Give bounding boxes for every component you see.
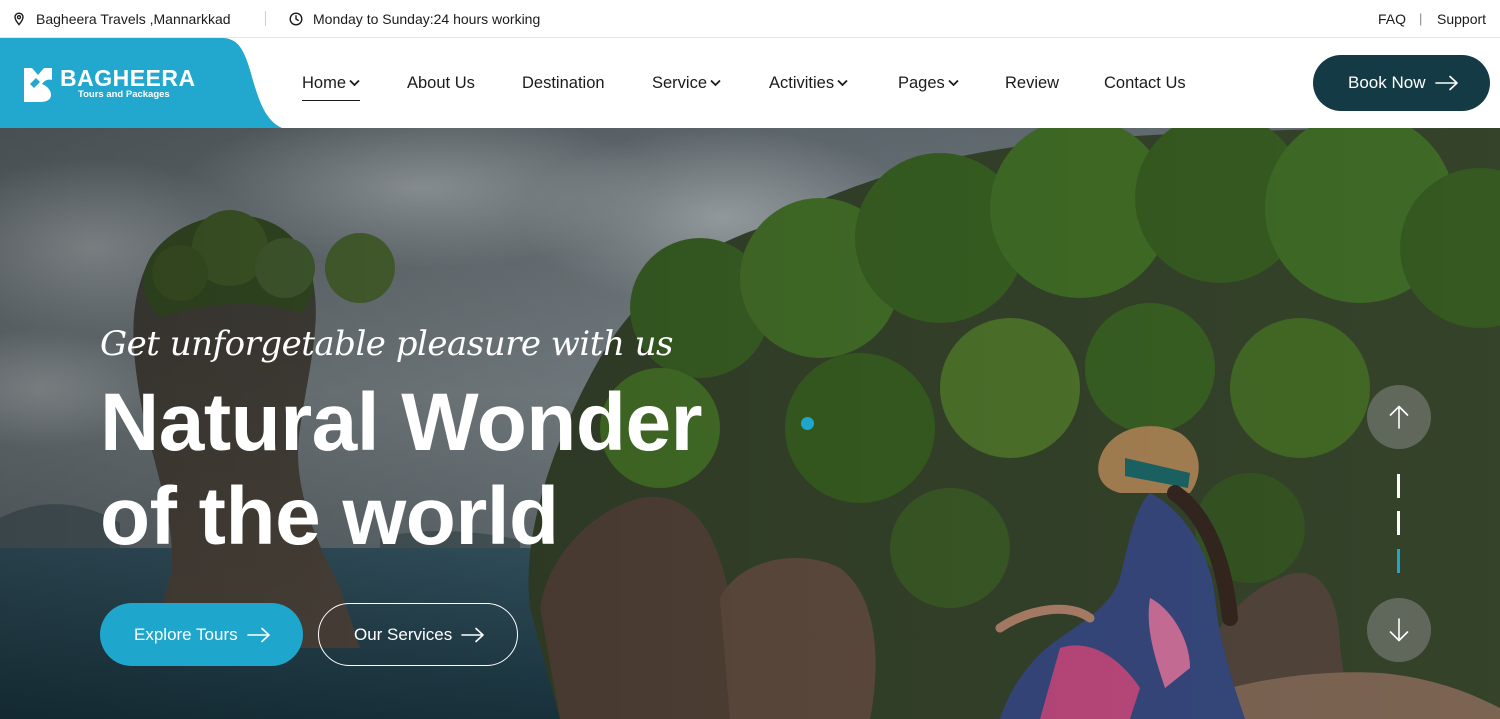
- arrow-down-icon: [1389, 618, 1409, 642]
- nav-label-destination[interactable]: Destination: [522, 74, 605, 93]
- arrow-up-icon: [1389, 405, 1409, 429]
- book-now-button[interactable]: Book Now: [1313, 55, 1490, 111]
- nav-item-home[interactable]: Home: [302, 38, 361, 128]
- arrow-right-icon: [1435, 75, 1459, 91]
- arrow-right-icon: [246, 627, 270, 642]
- nav-item-service[interactable]: Service: [652, 38, 721, 128]
- nav-item-review[interactable]: Review: [1005, 38, 1059, 128]
- nav-item-activities[interactable]: Activities: [769, 38, 848, 128]
- nav-item-contact-us[interactable]: Contact Us: [1104, 38, 1186, 128]
- top-info-bar: Bagheera Travels ,Mannarkkad Monday to S…: [0, 0, 1500, 38]
- nav-label-contact-us[interactable]: Contact Us: [1104, 74, 1186, 93]
- our-services-label[interactable]: Our Services: [354, 625, 452, 645]
- location-info: Bagheera Travels ,Mannarkkad: [12, 0, 231, 38]
- hero-subtitle: Get unforgetable pleasure with us: [100, 324, 674, 364]
- hours-text: Monday to Sunday:24 hours working: [313, 11, 541, 27]
- book-now-label[interactable]: Book Now: [1348, 73, 1425, 93]
- our-services-button[interactable]: Our Services: [318, 603, 518, 666]
- brand-name: BAGHEERA: [60, 65, 196, 91]
- decorative-dot: [801, 417, 814, 430]
- brand-tagline: Tours and Packages: [78, 89, 170, 100]
- slide-next-button[interactable]: [1367, 598, 1431, 662]
- faq-label[interactable]: FAQ: [1378, 11, 1406, 27]
- explore-tours-label[interactable]: Explore Tours: [134, 625, 238, 645]
- slide-indicator-1[interactable]: [1397, 474, 1400, 498]
- slide-prev-button[interactable]: [1367, 385, 1431, 449]
- arrow-right-icon: [461, 627, 485, 642]
- hero-title: Natural Wonder of the world: [100, 376, 703, 564]
- support-label[interactable]: Support: [1437, 11, 1486, 27]
- hours-info: Monday to Sunday:24 hours working: [289, 0, 540, 38]
- topbar-divider: [265, 11, 266, 26]
- hero-title-line-2: of the world: [100, 471, 559, 562]
- slide-indicator-3[interactable]: [1397, 549, 1400, 573]
- nav-item-pages[interactable]: Pages: [898, 38, 959, 128]
- topbar-link-divider: |: [1419, 11, 1423, 26]
- nav-item-destination[interactable]: Destination: [522, 38, 605, 128]
- chevron-down-icon: [837, 79, 848, 87]
- slide-indicator-2[interactable]: [1397, 511, 1400, 535]
- nav-label-about-us[interactable]: About Us: [407, 74, 475, 93]
- nav-label-home[interactable]: Home: [302, 74, 346, 93]
- main-navbar: BAGHEERA Tours and Packages Home About U…: [0, 38, 1500, 128]
- logo-mark-icon: [24, 68, 52, 102]
- chevron-down-icon: [349, 79, 360, 87]
- map-pin-icon: [14, 12, 24, 26]
- nav-label-activities[interactable]: Activities: [769, 74, 834, 93]
- brand-logo[interactable]: BAGHEERA Tours and Packages: [0, 38, 282, 128]
- support-link[interactable]: Support: [1437, 0, 1486, 38]
- explore-tours-button[interactable]: Explore Tours: [100, 603, 303, 666]
- nav-label-review[interactable]: Review: [1005, 74, 1059, 93]
- hero-section: Get unforgetable pleasure with us Natura…: [0, 128, 1500, 719]
- hero-title-line-1: Natural Wonder: [100, 377, 703, 468]
- chevron-down-icon: [710, 79, 721, 87]
- nav-label-pages[interactable]: Pages: [898, 74, 945, 93]
- location-text: Bagheera Travels ,Mannarkkad: [36, 11, 231, 27]
- clock-icon: [289, 12, 303, 26]
- nav-label-service[interactable]: Service: [652, 74, 707, 93]
- chevron-down-icon: [948, 79, 959, 87]
- faq-link[interactable]: FAQ: [1378, 0, 1406, 38]
- nav-item-about-us[interactable]: About Us: [407, 38, 475, 128]
